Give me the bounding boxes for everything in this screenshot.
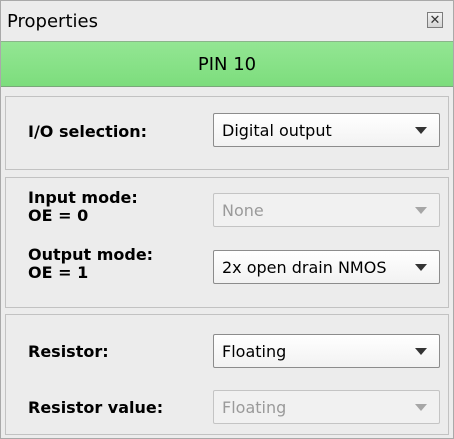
- input-mode-label-line2: OE = 0: [28, 206, 89, 225]
- mode-section: Input mode: OE = 0 None Output mode: OE …: [5, 177, 449, 308]
- resistor-dropdown[interactable]: Floating: [213, 334, 440, 368]
- chevron-down-icon: [415, 207, 427, 214]
- output-mode-value: 2x open drain NMOS: [222, 258, 387, 277]
- resistor-value: Floating: [222, 342, 287, 361]
- io-selection-label: I/O selection:: [28, 122, 148, 141]
- resistor-value-value: Floating: [222, 398, 287, 417]
- panel-title: Properties: [7, 11, 98, 32]
- resistor-label: Resistor:: [28, 342, 109, 361]
- output-mode-label: Output mode: OE = 1: [28, 246, 153, 282]
- io-selection-value: Digital output: [222, 121, 332, 140]
- panel-titlebar: Properties ✕: [1, 1, 453, 41]
- io-selection-section: I/O selection: Digital output: [5, 96, 449, 170]
- output-mode-label-line2: OE = 1: [28, 263, 89, 282]
- pin-label: PIN 10: [197, 53, 257, 75]
- input-mode-value: None: [222, 201, 264, 220]
- input-mode-label: Input mode: OE = 0: [28, 189, 138, 225]
- chevron-down-icon: [415, 127, 427, 134]
- chevron-down-icon: [415, 348, 427, 355]
- chevron-down-icon: [415, 264, 427, 271]
- close-icon: ✕: [429, 12, 441, 28]
- input-mode-label-line1: Input mode:: [28, 188, 138, 207]
- output-mode-label-line1: Output mode:: [28, 245, 154, 264]
- chevron-down-icon: [415, 404, 427, 411]
- output-mode-dropdown[interactable]: 2x open drain NMOS: [213, 250, 440, 284]
- resistor-section: Resistor: Floating Resistor value: Float…: [5, 314, 449, 435]
- properties-panel: Properties ✕ PIN 10 I/O selection: Digit…: [0, 0, 454, 439]
- input-mode-dropdown[interactable]: None: [213, 193, 440, 227]
- resistor-value-dropdown[interactable]: Floating: [213, 390, 440, 424]
- close-button[interactable]: ✕: [427, 12, 443, 28]
- resistor-value-label: Resistor value:: [28, 398, 164, 417]
- io-selection-dropdown[interactable]: Digital output: [213, 113, 440, 147]
- pin-header: PIN 10: [1, 41, 453, 87]
